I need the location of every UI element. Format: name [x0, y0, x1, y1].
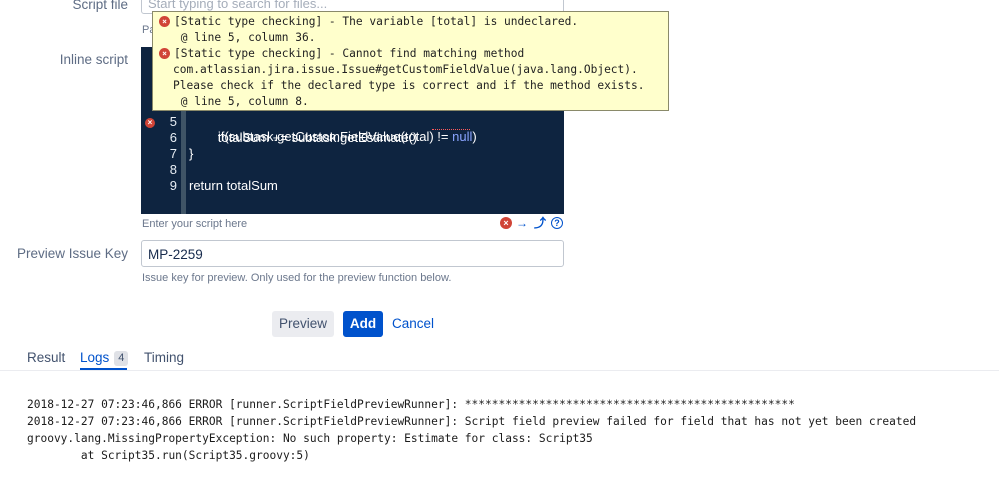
script-file-label: Script file	[72, 0, 128, 12]
help-icon[interactable]: ?	[551, 217, 563, 229]
code-line: }	[189, 146, 194, 161]
tooltip-line: [Static type checking] - The variable [t…	[174, 15, 579, 28]
line-number: 7	[169, 146, 177, 161]
preview-key-input[interactable]: MP-2259	[141, 240, 564, 267]
tab-result[interactable]: Result	[27, 350, 65, 365]
line-error-icon[interactable]: ×	[145, 118, 155, 128]
error-indicator-icon[interactable]: ×	[500, 217, 512, 229]
tooltip-line: Please check if the declared type is cor…	[173, 79, 645, 92]
add-button[interactable]: Add	[343, 311, 383, 337]
line-number: 6	[169, 130, 177, 145]
line-number: 5	[169, 114, 177, 129]
error-tooltip: × [Static type checking] - The variable …	[152, 11, 669, 111]
preview-key-value: MP-2259	[148, 247, 203, 262]
code-line: return totalSum	[189, 178, 278, 193]
log-line: groovy.lang.MissingPropertyException: No…	[27, 432, 593, 445]
next-error-icon[interactable]: →	[516, 217, 528, 229]
jump-to-error-icon[interactable]: ⤴	[534, 217, 546, 229]
log-line: 2018-12-27 07:23:46,866 ERROR [runner.Sc…	[27, 398, 795, 411]
tooltip-line: com.atlassian.jira.issue.Issue#getCustom…	[173, 63, 638, 76]
tooltip-line: [Static type checking] - Cannot find mat…	[174, 47, 525, 60]
code-line: totalSum += subtask.getEstimate()	[189, 130, 418, 145]
error-underline	[432, 129, 470, 130]
tab-logs[interactable]: Logs 4	[80, 350, 129, 366]
cancel-button[interactable]: Cancel	[390, 311, 436, 337]
tab-timing[interactable]: Timing	[144, 350, 184, 365]
tooltip-line: @ line 5, column 36.	[174, 31, 316, 44]
tabs-divider	[0, 370, 999, 371]
script-file-placeholder: Start typing to search for files...	[148, 0, 328, 11]
preview-key-label: Preview Issue Key	[16, 246, 128, 261]
code-null-keyword: null	[452, 129, 473, 144]
error-icon: ×	[159, 48, 170, 59]
preview-key-hint: Issue key for preview. Only used for the…	[142, 272, 452, 284]
tooltip-line: @ line 5, column 8.	[174, 95, 309, 108]
code-text: )	[472, 129, 477, 144]
line-number: 8	[169, 162, 177, 177]
log-line: at Script35.run(Script35.groovy:5)	[27, 449, 310, 462]
error-icon: ×	[159, 16, 170, 27]
logs-count-badge: 4	[114, 351, 129, 366]
inline-script-label: Inline script	[59, 52, 128, 67]
tab-logs-label: Logs	[80, 350, 110, 365]
active-tab-underline	[80, 368, 127, 370]
log-line: 2018-12-27 07:23:46,866 ERROR [runner.Sc…	[27, 415, 917, 428]
line-number: 9	[169, 178, 177, 193]
preview-button[interactable]: Preview	[272, 311, 334, 337]
inline-script-hint: Enter your script here	[142, 218, 248, 230]
